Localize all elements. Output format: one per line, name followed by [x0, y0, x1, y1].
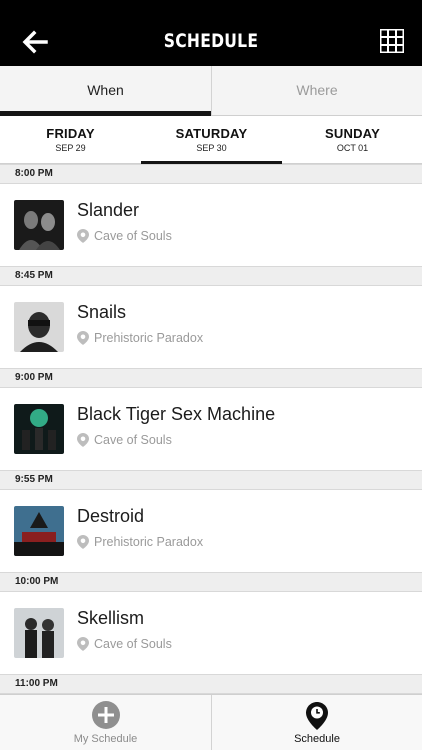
- time-header: 9:00 PM: [0, 368, 422, 388]
- view-toggle: When Where: [0, 66, 422, 116]
- artist-thumbnail: [14, 506, 64, 556]
- time-header: 8:45 PM: [0, 266, 422, 286]
- day-name: FRIDAY: [46, 126, 95, 141]
- map-pin-icon: [306, 702, 328, 730]
- artist-thumbnail: [14, 608, 64, 658]
- venue-name: Prehistoric Paradox: [94, 535, 204, 549]
- day-tab-sunday[interactable]: SUNDAY OCT 01: [282, 116, 422, 164]
- venue-name: Cave of Souls: [94, 229, 172, 243]
- map-pin-icon: [77, 535, 89, 549]
- grid-icon[interactable]: [380, 29, 404, 53]
- day-name: SATURDAY: [175, 126, 248, 141]
- day-date: SEP 30: [196, 143, 227, 153]
- list-item[interactable]: Skellism Cave of Souls: [0, 592, 422, 674]
- map-pin-icon: [77, 433, 89, 447]
- tab-my-schedule[interactable]: My Schedule: [0, 695, 211, 750]
- venue: Cave of Souls: [77, 229, 172, 243]
- venue: Prehistoric Paradox: [77, 331, 203, 345]
- venue-name: Prehistoric Paradox: [94, 331, 204, 345]
- tab-label: Schedule: [294, 733, 340, 745]
- list-item[interactable]: Slander Cave of Souls: [0, 184, 422, 266]
- day-name: SUNDAY: [325, 126, 380, 141]
- when-tab[interactable]: When: [0, 66, 211, 116]
- artist-name: Snails: [77, 302, 127, 322]
- tab-schedule[interactable]: Schedule: [211, 695, 422, 750]
- venue-name: Cave of Souls: [94, 637, 172, 651]
- day-tab-saturday[interactable]: SATURDAY SEP 30: [141, 116, 282, 165]
- artist-thumbnail: [14, 200, 64, 250]
- venue: Cave of Souls: [77, 637, 172, 651]
- map-pin-icon: [77, 637, 89, 651]
- day-date: SEP 29: [55, 143, 86, 153]
- map-pin-icon: [77, 229, 89, 243]
- time-header: 8:00 PM: [0, 164, 422, 184]
- venue: Prehistoric Paradox: [77, 535, 203, 549]
- where-tab[interactable]: Where: [211, 66, 422, 115]
- day-tab-friday[interactable]: FRIDAY SEP 29: [0, 116, 141, 164]
- list-item[interactable]: Snails Prehistoric Paradox: [0, 286, 422, 368]
- schedule-list[interactable]: 8:00 PM Slander Cave of Souls 8:45 PM Sn…: [0, 164, 422, 694]
- venue: Cave of Souls: [77, 433, 172, 447]
- artist-name: Skellism: [77, 608, 145, 628]
- time-header: 11:00 PM: [0, 674, 422, 694]
- map-pin-icon: [77, 331, 89, 345]
- bottom-tab-bar: My Schedule Schedule: [0, 694, 422, 750]
- venue-name: Cave of Souls: [94, 433, 172, 447]
- artist-name: Black Tiger Sex Machine: [77, 404, 276, 424]
- tab-label: My Schedule: [73, 733, 138, 745]
- day-date: OCT 01: [336, 143, 369, 153]
- plus-circle-icon: [91, 701, 120, 729]
- artist-name: Destroid: [77, 506, 145, 526]
- time-header: 10:00 PM: [0, 572, 422, 592]
- list-item[interactable]: Black Tiger Sex Machine Cave of Souls: [0, 388, 422, 470]
- artist-name: Slander: [77, 200, 140, 220]
- app-header: SCHEDULE: [0, 0, 422, 66]
- artist-thumbnail: [14, 302, 64, 352]
- list-item[interactable]: Destroid Prehistoric Paradox: [0, 490, 422, 572]
- artist-thumbnail: [14, 404, 64, 454]
- day-selector: FRIDAY SEP 29 SATURDAY SEP 30 SUNDAY OCT…: [0, 116, 422, 165]
- time-header: 9:55 PM: [0, 470, 422, 490]
- page-title: SCHEDULE: [163, 30, 259, 52]
